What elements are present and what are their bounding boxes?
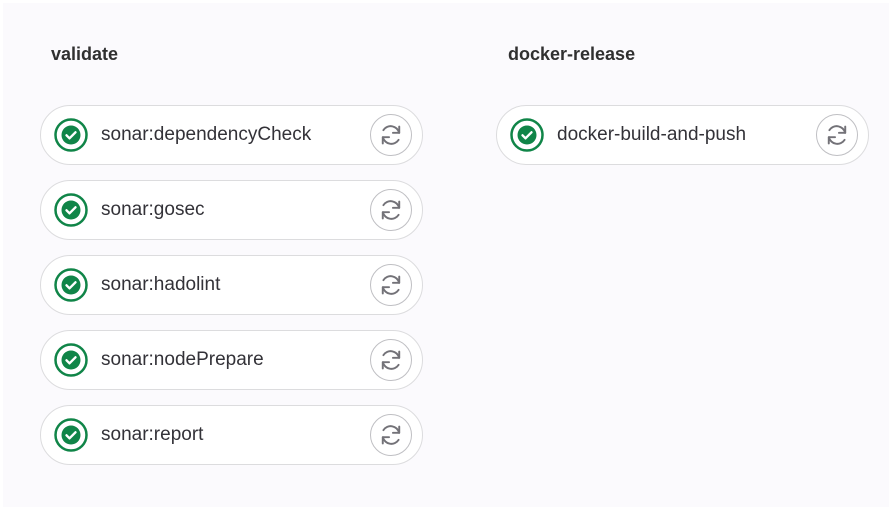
retry-icon — [378, 347, 404, 373]
retry-button[interactable] — [370, 414, 412, 456]
retry-button[interactable] — [816, 114, 858, 156]
job-sonar-nodeprepare[interactable]: sonar:nodePrepare — [40, 330, 423, 390]
check-circle-icon — [510, 118, 544, 152]
retry-button[interactable] — [370, 264, 412, 306]
stage-title: docker-release — [508, 44, 636, 64]
retry-button[interactable] — [370, 114, 412, 156]
job-name[interactable]: docker-build-and-push — [557, 124, 746, 146]
check-circle-icon — [54, 418, 88, 452]
retry-button[interactable] — [370, 189, 412, 231]
retry-icon — [378, 197, 404, 223]
retry-icon — [378, 422, 404, 448]
retry-icon — [824, 122, 850, 148]
check-circle-icon — [54, 118, 88, 152]
job-sonar-gosec[interactable]: sonar:gosec — [40, 180, 423, 240]
retry-icon — [378, 272, 404, 298]
job-sonar-report[interactable]: sonar:report — [40, 405, 423, 465]
job-name[interactable]: sonar:nodePrepare — [101, 349, 264, 371]
stage-title: validate — [51, 44, 119, 64]
check-circle-icon — [54, 193, 88, 227]
job-name[interactable]: sonar:report — [101, 424, 203, 446]
retry-button[interactable] — [370, 339, 412, 381]
job-sonar-dependencycheck[interactable]: sonar:dependencyCheck — [40, 105, 423, 165]
check-circle-icon — [54, 268, 88, 302]
job-name[interactable]: sonar:hadolint — [101, 274, 220, 296]
job-docker-build-and-push[interactable]: docker-build-and-push — [496, 105, 869, 165]
job-sonar-hadolint[interactable]: sonar:hadolint — [40, 255, 423, 315]
retry-icon — [378, 122, 404, 148]
job-name[interactable]: sonar:gosec — [101, 199, 205, 221]
job-name[interactable]: sonar:dependencyCheck — [101, 124, 311, 146]
check-circle-icon — [54, 343, 88, 377]
